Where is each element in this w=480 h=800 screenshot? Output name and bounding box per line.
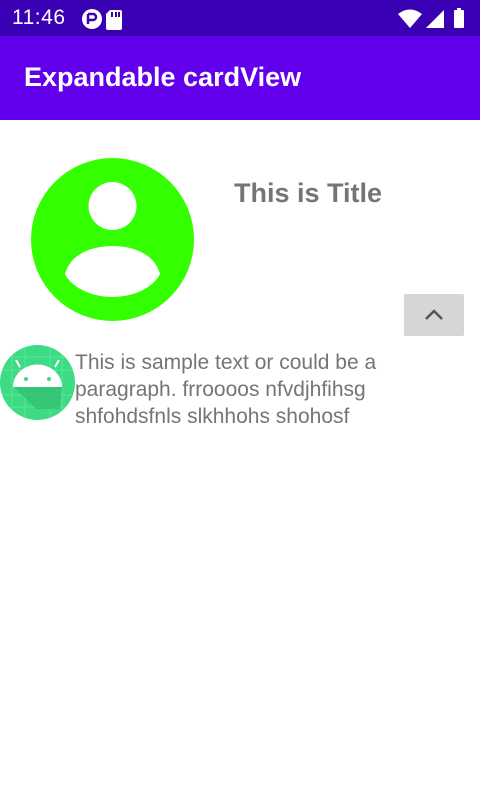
app-title: Expandable cardView <box>24 62 302 92</box>
status-time: 11:46 <box>12 6 66 29</box>
app-bar: Expandable cardView <box>0 36 480 120</box>
account-circle-icon <box>31 158 194 321</box>
expandable-card: This is Title This is sample text or cou… <box>0 120 480 440</box>
collapse-button[interactable] <box>404 294 464 336</box>
sd-card-icon <box>106 10 122 30</box>
sync-icon <box>82 9 102 29</box>
card-title: This is Title <box>234 178 383 208</box>
card-body-text: This is sample text or could be a paragr… <box>75 351 377 428</box>
status-bar: 11:46 <box>0 0 480 36</box>
wifi-icon <box>398 9 422 28</box>
cell-signal-icon <box>426 10 444 28</box>
status-icons-left <box>82 8 142 30</box>
status-icons-right <box>398 8 468 28</box>
android-icon <box>0 345 75 420</box>
chevron-up-icon <box>425 309 443 320</box>
battery-icon <box>454 8 464 28</box>
